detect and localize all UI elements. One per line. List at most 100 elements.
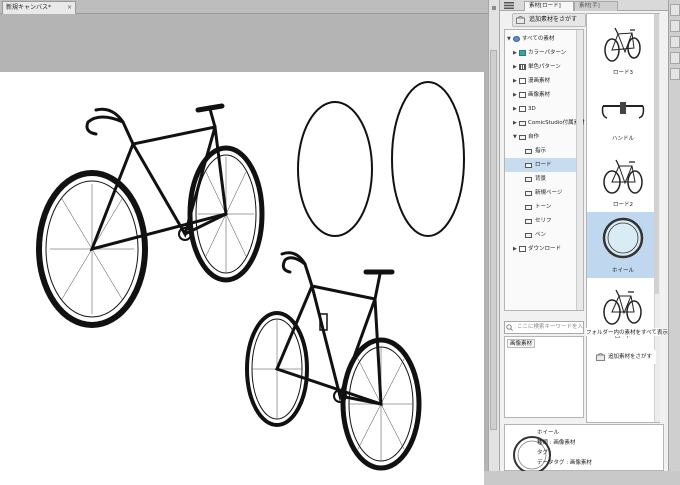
- folder-icon: [525, 177, 532, 182]
- tree-scrollbar[interactable]: [576, 30, 583, 310]
- panel-toggle-icon[interactable]: [670, 52, 680, 64]
- collapse-arrow-icon[interactable]: ▶: [513, 74, 517, 88]
- folder-icon: [525, 163, 532, 168]
- tab-material-hand[interactable]: 素材[手]: [574, 1, 618, 11]
- tree-item-color-pattern[interactable]: ▶ カラーパターン: [505, 46, 583, 60]
- tab-material-road[interactable]: 素材[ロード]: [524, 1, 574, 11]
- tree-item-label: 新規ページ: [535, 190, 563, 196]
- canvas-artwork: [36, 81, 465, 471]
- tree-item-road[interactable]: ロード: [505, 158, 583, 172]
- collapse-arrow-icon[interactable]: ▶: [513, 88, 517, 102]
- globe-icon: [513, 36, 520, 42]
- bicycle-thumbnail: [603, 159, 643, 194]
- collapse-arrow-icon[interactable]: ▶: [513, 116, 517, 130]
- material-item-road2[interactable]: ロード2: [587, 146, 659, 212]
- tree-item-tone[interactable]: トーン: [505, 200, 583, 214]
- material-caption: ロード3: [613, 70, 633, 76]
- tree-item-label: 自作: [528, 134, 540, 140]
- tag-list: 画像素材: [504, 336, 584, 418]
- material-caption: ロード2: [613, 202, 633, 208]
- tree-item-speech[interactable]: セリフ: [505, 214, 583, 228]
- material-detail-panel: ホイール 種類 : 画像素材 タグ : データタグ : 画像素材: [504, 424, 664, 471]
- handlebar-thumbnail: [601, 102, 645, 119]
- canvas-scrollbar[interactable]: [490, 50, 497, 430]
- panel-toggle-icon[interactable]: [670, 36, 680, 48]
- material-caption: ハンドル: [611, 136, 634, 142]
- material-item-road3[interactable]: ロード3: [587, 14, 659, 80]
- canvas-workspace[interactable]: [0, 14, 488, 485]
- wheel-thumbnail: [602, 217, 644, 259]
- material-tab-bar: 素材[ロード] 素材[手]: [500, 0, 668, 11]
- expand-arrow-icon[interactable]: ▼: [507, 32, 511, 46]
- folder-icon: [519, 135, 526, 140]
- material-folder-tree[interactable]: ▼ すべての素材 ▶ カラーパターン ▶ 単色パターン ▶ 漫画素材 ▶ 画像素…: [504, 29, 585, 311]
- document-tab-bar: 新規キャンバス* ×: [0, 0, 488, 14]
- tree-item-instruction[interactable]: 指示: [505, 144, 583, 158]
- bicycle-drawing-small: [245, 251, 422, 471]
- tree-item-custom[interactable]: ▼ 自作: [505, 130, 583, 144]
- tree-item-label: 画像素材: [528, 92, 551, 98]
- image-icon: [519, 92, 526, 98]
- tree-item-label: 3D: [528, 106, 536, 112]
- tree-item-label: 単色パターン: [528, 64, 561, 70]
- 3d-icon: [519, 106, 526, 112]
- panel-toggle-icon[interactable]: [670, 20, 680, 32]
- bicycle-thumbnail: [603, 289, 642, 325]
- mono-pattern-icon: [519, 64, 526, 70]
- tree-item-manga[interactable]: ▶ 漫画素材: [505, 74, 583, 88]
- tree-item-label: ロード: [535, 162, 552, 168]
- expand-arrow-icon[interactable]: ▼: [513, 130, 517, 144]
- material-list-scroll-thumb[interactable]: [655, 14, 659, 294]
- tree-item-label: ダウンロード: [528, 246, 562, 252]
- detail-name: ホイール: [537, 430, 560, 436]
- detail-kind: 種類 : 画像素材: [537, 440, 576, 446]
- folder-icon: [525, 233, 532, 238]
- material-store-icon: [596, 353, 605, 361]
- panel-menu-icon[interactable]: [504, 2, 514, 9]
- collapse-arrow-icon[interactable]: ▶: [513, 46, 517, 60]
- find-more-materials-label: 追加素材をさがす: [529, 16, 578, 23]
- collapse-arrow-icon[interactable]: ▶: [513, 102, 517, 116]
- close-icon[interactable]: ×: [67, 2, 72, 14]
- search-input[interactable]: ここに検索キーワードを入...: [504, 321, 584, 334]
- material-panel: 素材[ロード] 素材[手] 追加素材をさがす ▼ すべての素材 ▶ カラーパター…: [500, 0, 668, 471]
- collapse-arrow-icon[interactable]: ▶: [513, 242, 517, 256]
- panel-toggle-icon[interactable]: [670, 4, 680, 16]
- tree-item-label: トーン: [535, 204, 552, 210]
- tree-item-all[interactable]: ▼ すべての素材: [505, 32, 583, 46]
- search-icon: [506, 324, 513, 331]
- find-more-materials-label: 追加素材をさがす: [608, 354, 653, 360]
- folder-icon: [525, 205, 532, 210]
- color-pattern-icon: [519, 50, 526, 56]
- material-item-handle[interactable]: ハンドル: [587, 80, 659, 146]
- tree-item-image[interactable]: ▶ 画像素材: [505, 88, 583, 102]
- tree-item-label: 漫画素材: [528, 78, 551, 84]
- tree-item-mono-pattern[interactable]: ▶ 単色パターン: [505, 60, 583, 74]
- tree-item-new-page[interactable]: 新規ページ: [505, 186, 583, 200]
- document-tab-title: 新規キャンバス*: [6, 4, 52, 11]
- tree-item-pen[interactable]: ペン: [505, 228, 583, 242]
- bicycle-drawing-large: [36, 103, 265, 328]
- oval-shape-right: [391, 81, 465, 237]
- tree-item-background[interactable]: 背景: [505, 172, 583, 186]
- folder-icon: [519, 121, 526, 126]
- folder-icon: [525, 219, 532, 224]
- tree-item-3d[interactable]: ▶ 3D: [505, 102, 583, 116]
- find-more-materials-button-bottom[interactable]: 追加素材をさがす: [592, 350, 656, 364]
- tree-item-label: すべての素材: [522, 36, 555, 42]
- show-all-in-folder-link[interactable]: フォルダー内の素材をすべて表示: [586, 328, 668, 336]
- collapse-arrow-icon[interactable]: ▶: [513, 60, 517, 74]
- download-icon: [519, 246, 526, 252]
- panel-toggle-icon[interactable]: [670, 68, 680, 80]
- tag-chip[interactable]: 画像素材: [507, 339, 536, 348]
- material-item-wheel[interactable]: ホイール: [587, 212, 659, 278]
- detail-data-tag: データタグ : 画像素材: [537, 460, 592, 466]
- folder-icon: [525, 191, 532, 196]
- document-tab[interactable]: 新規キャンバス* ×: [2, 1, 76, 14]
- tree-item-label: ペン: [535, 232, 547, 238]
- canvas-paper[interactable]: [0, 72, 484, 485]
- tree-item-comicstudio[interactable]: ▶ ComicStudio付属素材: [505, 116, 585, 130]
- tree-item-download[interactable]: ▶ ダウンロード: [505, 242, 583, 256]
- tree-item-label: 指示: [535, 148, 547, 154]
- find-more-materials-button[interactable]: 追加素材をさがす: [512, 13, 586, 27]
